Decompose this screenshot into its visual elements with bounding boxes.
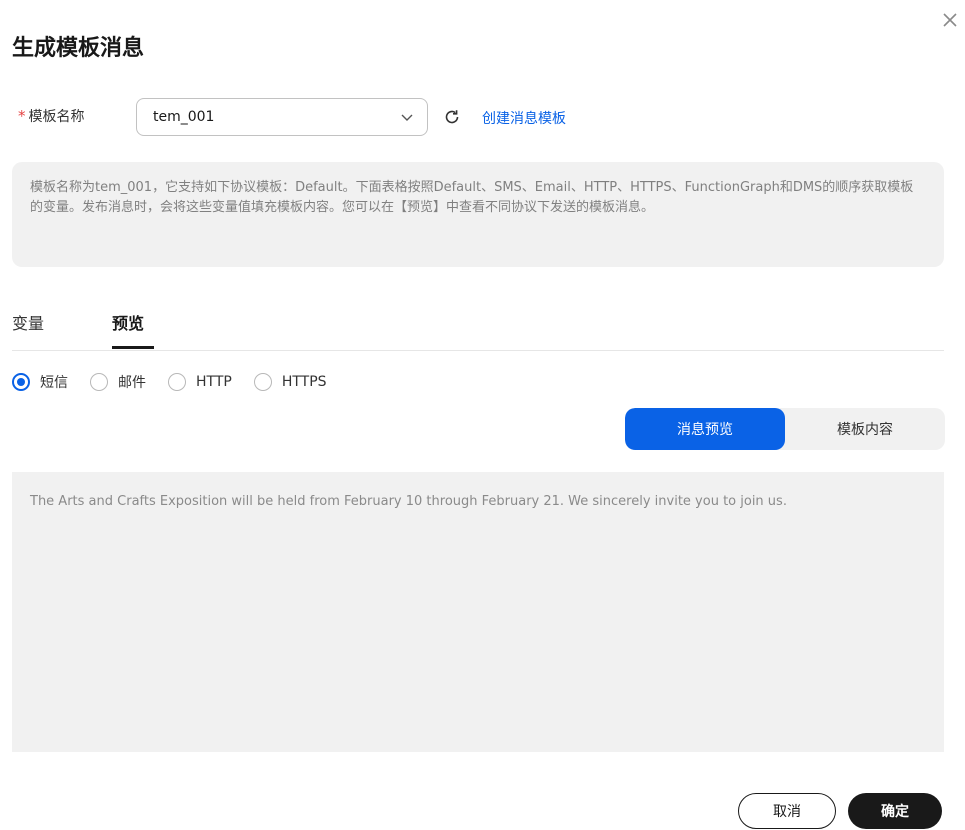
close-icon bbox=[943, 13, 957, 27]
radio-button[interactable] bbox=[253, 373, 272, 391]
refresh-icon bbox=[445, 110, 459, 124]
create-template-link[interactable]: 创建消息模板 bbox=[482, 108, 566, 128]
tab-bar: 变量 预览 bbox=[12, 300, 944, 351]
template-name-select[interactable]: tem_001 bbox=[136, 98, 428, 136]
radio-email[interactable]: 邮件 bbox=[90, 372, 146, 392]
radio-label: HTTPS bbox=[281, 374, 327, 390]
radio-button[interactable] bbox=[90, 373, 108, 391]
radio-label: HTTP bbox=[196, 374, 232, 390]
close-button[interactable] bbox=[938, 8, 962, 32]
tab-preview[interactable]: 预览 bbox=[112, 310, 144, 334]
template-info-box: 模板名称为tem_001，它支持如下协议模板：Default。下面表格按照Def… bbox=[12, 162, 944, 267]
refresh-button[interactable] bbox=[442, 107, 462, 127]
required-mark: * bbox=[18, 107, 26, 125]
protocol-radio-group: 短信 邮件 HTTP HTTPS bbox=[12, 370, 349, 394]
template-name-value: tem_001 bbox=[153, 109, 215, 125]
template-name-label: 模板名称 bbox=[28, 109, 85, 125]
ok-button[interactable]: 确定 bbox=[848, 793, 942, 829]
radio-label: 邮件 bbox=[118, 375, 146, 391]
template-content-button[interactable]: 模板内容 bbox=[785, 408, 945, 450]
radio-sms[interactable]: 短信 bbox=[12, 372, 68, 392]
radio-http[interactable]: HTTP bbox=[168, 373, 232, 391]
cancel-button[interactable]: 取消 bbox=[738, 793, 836, 829]
message-preview-button[interactable]: 消息预览 bbox=[625, 408, 785, 450]
chevron-down-icon bbox=[401, 114, 413, 121]
dialog-title: 生成模板消息 bbox=[12, 36, 145, 61]
radio-button[interactable] bbox=[12, 373, 30, 391]
template-name-label-row: * 模板名称 bbox=[12, 96, 85, 136]
radio-label: 短信 bbox=[40, 375, 68, 391]
preview-mode-toggle: 消息预览 模板内容 bbox=[625, 408, 945, 450]
radio-https[interactable]: HTTPS bbox=[253, 373, 327, 391]
message-preview-area: The Arts and Crafts Exposition will be h… bbox=[12, 472, 944, 752]
tab-variables[interactable]: 变量 bbox=[12, 310, 44, 334]
radio-button[interactable] bbox=[168, 373, 186, 391]
active-tab-indicator bbox=[112, 346, 154, 349]
